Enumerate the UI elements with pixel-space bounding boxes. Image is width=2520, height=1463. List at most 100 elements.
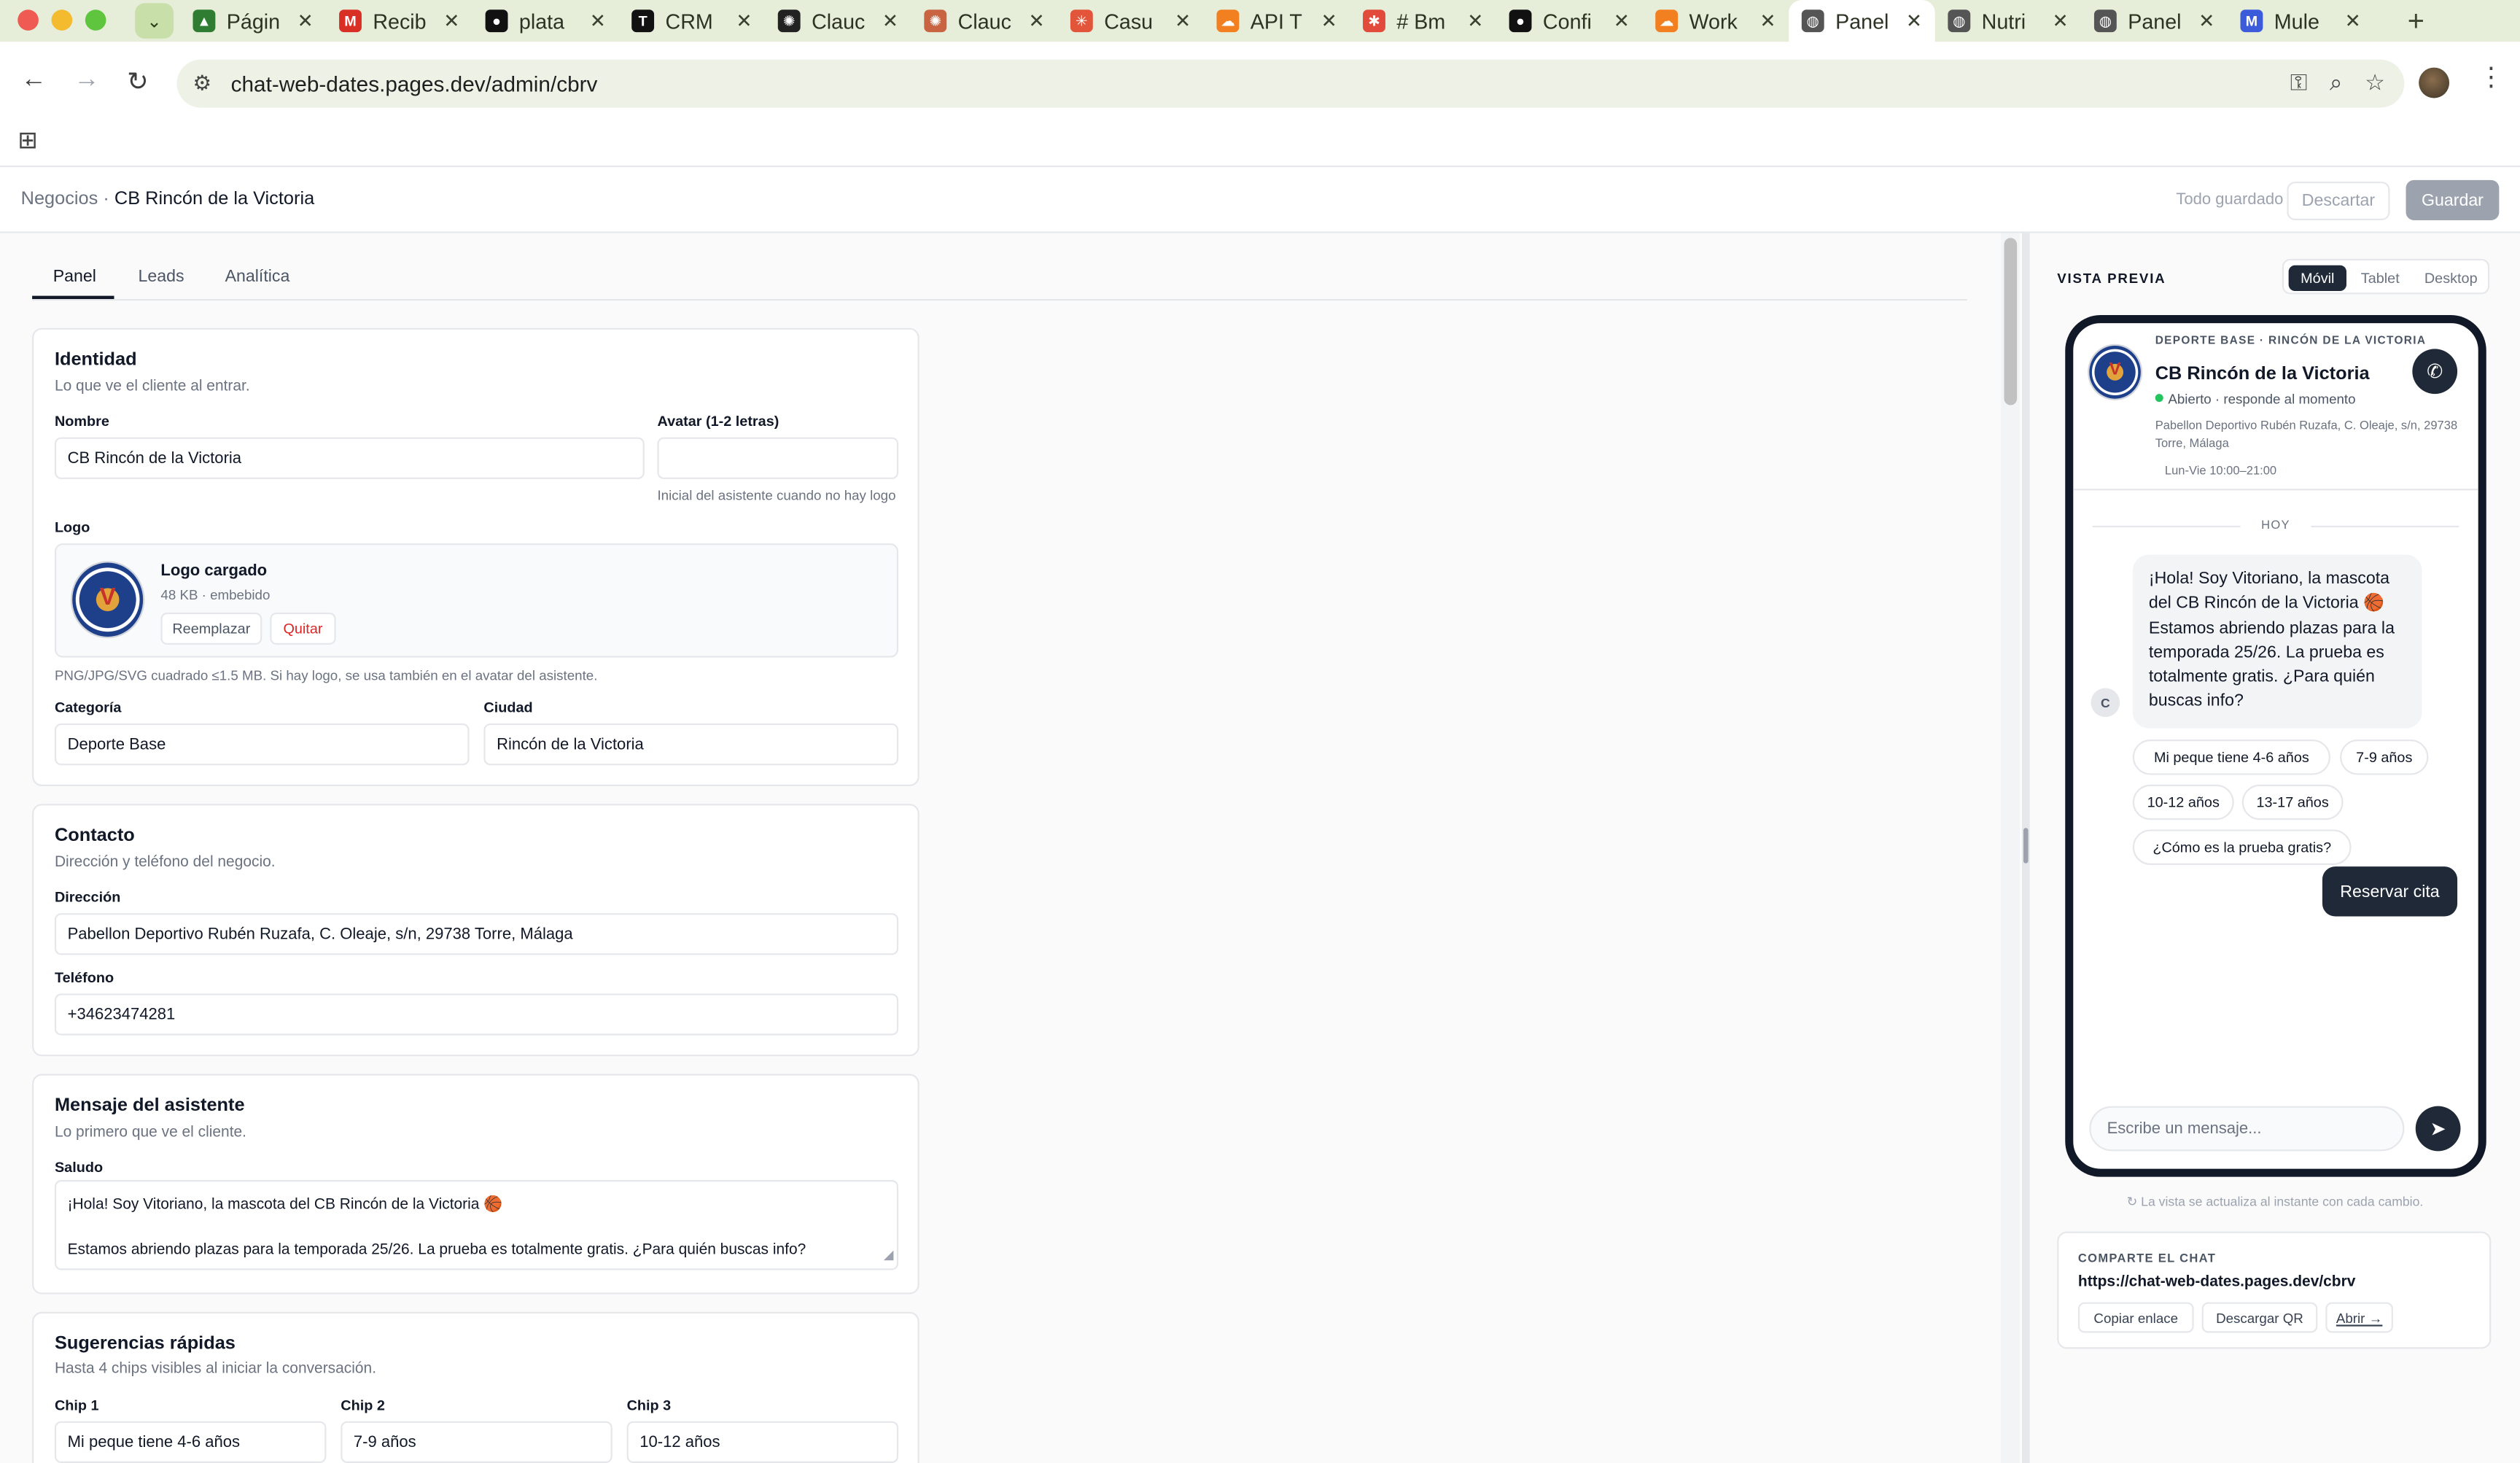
suggestion-chip[interactable]: 10-12 años: [2132, 784, 2234, 820]
mode-tablet[interactable]: Tablet: [2349, 265, 2411, 291]
browser-tab[interactable]: ● plata ✕: [472, 0, 619, 42]
browser-tab[interactable]: ✱ # Bm ✕: [1350, 0, 1496, 42]
tab-analitica[interactable]: Analítica: [225, 267, 290, 286]
apps-grid-icon[interactable]: ⊞: [18, 125, 38, 154]
browser-tab[interactable]: ◍ Panel ✕: [1789, 0, 1935, 42]
address-label: Dirección: [54, 889, 121, 906]
address-field[interactable]: Pabellon Deportivo Rubén Ruzafa, C. Olea…: [54, 913, 899, 955]
site-settings-icon[interactable]: ⚙: [192, 71, 211, 96]
download-qr-button[interactable]: Descargar QR: [2201, 1302, 2318, 1333]
breadcrumb-parent[interactable]: Negocios: [21, 190, 98, 209]
browser-tab[interactable]: ◍ Nutri ✕: [1935, 0, 2082, 42]
tab-close-icon[interactable]: ✕: [590, 9, 606, 32]
browser-tab[interactable]: M Mule ✕: [2228, 0, 2374, 42]
reload-icon[interactable]: ↻: [127, 66, 149, 98]
password-key-icon[interactable]: ⚿: [2290, 69, 2307, 96]
tab-close-icon[interactable]: ✕: [1028, 9, 1044, 32]
chip1-field[interactable]: Mi peque tiene 4-6 años: [54, 1421, 327, 1463]
avatar-field[interactable]: [657, 437, 899, 479]
splitter-handle[interactable]: [2023, 828, 2029, 864]
remove-logo-button[interactable]: Quitar: [270, 612, 336, 645]
chip2-label: Chip 2: [341, 1397, 385, 1413]
phone-call-icon[interactable]: ✆: [2412, 349, 2458, 395]
discard-button[interactable]: Descartar: [2287, 182, 2390, 221]
minimize-window-button[interactable]: [51, 9, 73, 31]
chip3-label: Chip 3: [626, 1397, 672, 1413]
browser-menu-icon[interactable]: ⋮: [2478, 65, 2504, 91]
maximize-window-button[interactable]: [85, 9, 106, 31]
tab-close-icon[interactable]: ✕: [1614, 9, 1630, 32]
phone-field[interactable]: +34623474281: [54, 993, 899, 1036]
tab-close-icon[interactable]: ✕: [443, 9, 459, 32]
resize-grip-icon[interactable]: ◢: [884, 1244, 894, 1267]
preview-panel: VISTA PREVIA Móvil Tablet Desktop V DEPO…: [2029, 233, 2520, 1463]
tab-close-icon[interactable]: ✕: [298, 9, 314, 32]
tab-close-icon[interactable]: ✕: [1467, 9, 1483, 32]
tab-close-icon[interactable]: ✕: [1321, 9, 1337, 32]
browser-tab[interactable]: T CRM ✕: [619, 0, 766, 42]
suggestion-chip[interactable]: 7-9 años: [2340, 740, 2429, 775]
save-button[interactable]: Guardar: [2406, 179, 2500, 221]
chip2-field[interactable]: 7-9 años: [341, 1421, 612, 1463]
new-tab-button[interactable]: +: [2408, 5, 2424, 39]
editor-scroll-track[interactable]: [2001, 233, 2021, 1463]
tab-close-icon[interactable]: ✕: [2052, 9, 2068, 32]
share-url[interactable]: https://chat-web-dates.pages.dev/cbrv: [2078, 1273, 2355, 1291]
back-arrow-icon[interactable]: ←: [21, 66, 47, 95]
address-url[interactable]: chat-web-dates.pages.dev/admin/cbrv: [231, 71, 598, 96]
logo-hint: PNG/JPG/SVG cuadrado ≤1.5 MB. Si hay log…: [54, 667, 598, 683]
browser-tab[interactable]: ◍ Panel ✕: [2081, 0, 2228, 42]
chip1-label: Chip 1: [54, 1397, 99, 1413]
tab-favicon-icon: ◍: [1948, 9, 1971, 33]
close-window-button[interactable]: [18, 9, 39, 31]
profile-avatar[interactable]: [2419, 67, 2450, 98]
category-field[interactable]: Deporte Base: [54, 723, 470, 766]
browser-tab[interactable]: ● Confi ✕: [1496, 0, 1643, 42]
browser-tab[interactable]: ☁ API T ✕: [1204, 0, 1350, 42]
tab-close-icon[interactable]: ✕: [1906, 9, 1922, 32]
mode-mobile[interactable]: Móvil: [2288, 265, 2346, 291]
tab-leads[interactable]: Leads: [139, 267, 184, 286]
copy-link-button[interactable]: Copiar enlace: [2077, 1302, 2194, 1333]
suggestion-chip[interactable]: Mi peque tiene 4-6 años: [2132, 740, 2330, 775]
greeting-textarea[interactable]: ¡Hola! Soy Vitoriano, la mascota del CB …: [54, 1180, 899, 1270]
send-icon[interactable]: ➤: [2415, 1106, 2461, 1152]
chip3-field[interactable]: 10-12 años: [626, 1421, 899, 1463]
tab-close-icon[interactable]: ✕: [736, 9, 752, 32]
browser-tabs: ▲ Págin ✕ M Recib ✕ ● plata ✕ T CRM ✕ ✺ Clauc ✕ ✺ Clauc ✕…: [180, 0, 2374, 42]
tab-search-icon[interactable]: ⌄: [135, 3, 174, 39]
browser-tab[interactable]: ☁ Work ✕: [1643, 0, 1789, 42]
tab-close-icon[interactable]: ✕: [2198, 9, 2214, 32]
tab-favicon-icon: ●: [485, 9, 508, 33]
tab-close-icon[interactable]: ✕: [1175, 9, 1191, 32]
bookmark-star-icon[interactable]: ☆: [2365, 69, 2385, 96]
tab-close-icon[interactable]: ✕: [882, 9, 898, 32]
name-field[interactable]: CB Rincón de la Victoria: [54, 437, 645, 479]
breadcrumb-current: CB Rincón de la Victoria: [114, 190, 315, 209]
chat-status-text: Abierto · responde al momento: [2168, 390, 2356, 407]
suggestion-chip[interactable]: ¿Cómo es la prueba gratis?: [2132, 829, 2352, 865]
save-status: Todo guardado: [2176, 191, 2284, 209]
mode-desktop[interactable]: Desktop: [2416, 265, 2486, 291]
tab-panel[interactable]: Panel: [53, 267, 96, 286]
browser-tab[interactable]: ✺ Clauc ✕: [911, 0, 1058, 42]
open-chat-button[interactable]: Abrir →: [2325, 1302, 2393, 1333]
browser-tab[interactable]: ▲ Págin ✕: [180, 0, 327, 42]
chat-status: Abierto · responde al momento: [2155, 391, 2356, 407]
tab-close-icon[interactable]: ✕: [2345, 9, 2361, 32]
browser-tab[interactable]: ✳ Casu ✕: [1057, 0, 1204, 42]
tab-title: Panel: [1835, 9, 1889, 34]
tab-close-icon[interactable]: ✕: [1759, 9, 1776, 32]
suggestion-chip[interactable]: 13-17 años: [2241, 784, 2344, 820]
city-field[interactable]: Rincón de la Victoria: [483, 723, 899, 766]
forward-arrow-icon[interactable]: →: [74, 66, 99, 95]
name-label: Nombre: [54, 413, 109, 430]
browser-tab[interactable]: ✺ Clauc ✕: [765, 0, 911, 42]
address-bar[interactable]: ⚙ chat-web-dates.pages.dev/admin/cbrv ⚿ …: [176, 59, 2405, 108]
replace-logo-button[interactable]: Reemplazar: [160, 612, 262, 645]
chat-message-input[interactable]: Escribe un mensaje...: [2089, 1106, 2405, 1152]
browser-tab[interactable]: M Recib ✕: [326, 0, 472, 42]
zoom-icon[interactable]: ⌕: [2330, 69, 2342, 96]
identity-title: Identidad: [54, 350, 137, 370]
editor-scrollbar[interactable]: [2004, 238, 2018, 405]
